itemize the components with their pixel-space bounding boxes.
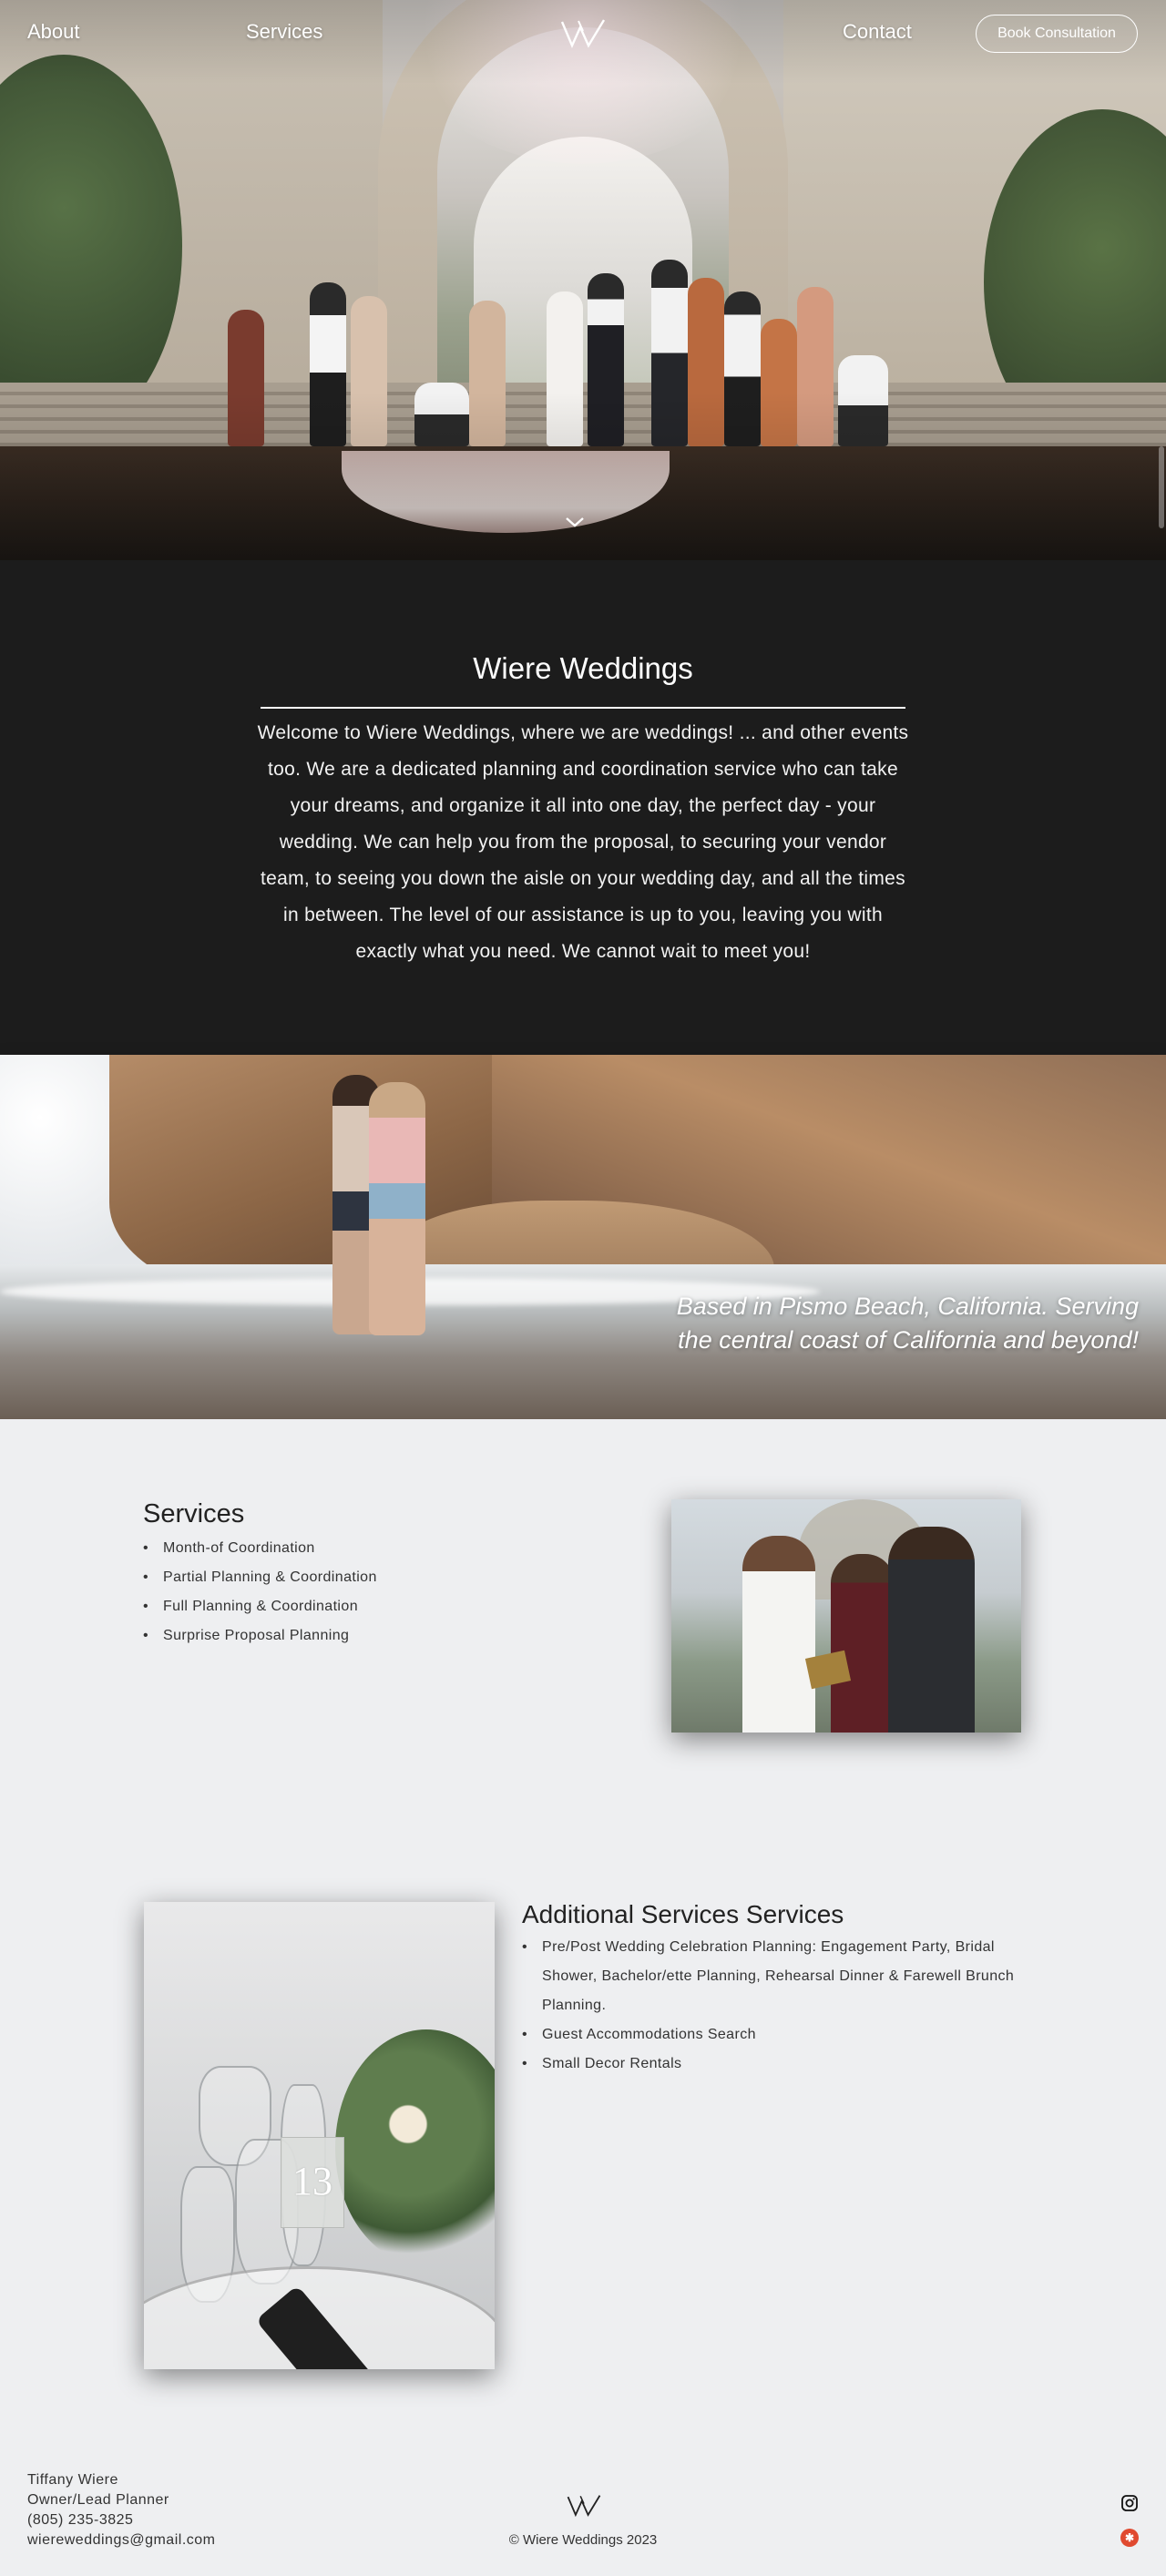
services-title: Services (143, 1499, 245, 1528)
beach-couple-person (369, 1082, 425, 1335)
hero-overlay (0, 0, 1166, 560)
intro-text: Welcome to Wiere Weddings, where we are … (257, 722, 909, 962)
scrollbar[interactable] (1159, 446, 1164, 528)
instagram-icon[interactable] (1120, 2494, 1139, 2512)
intro-section: Wiere Weddings Welcome to Wiere Weddings… (0, 560, 1166, 1055)
wiere-logo-icon[interactable] (560, 18, 606, 49)
owner-role: Owner/Lead Planner (27, 2492, 169, 2508)
services-list: Month-of Coordination Partial Planning &… (143, 1534, 553, 1651)
intro-title: Wiere Weddings (473, 651, 693, 685)
additional-services-list: Pre/Post Wedding Celebration Planning: E… (522, 1933, 1032, 2079)
copyright-text: © Wiere Weddings 2023 (508, 2532, 658, 2548)
table-number-card: 13 (281, 2137, 344, 2228)
table-number: 13 (292, 2159, 332, 2203)
footer: Tiffany Wiere Owner/Lead Planner (805) 2… (0, 2439, 1166, 2576)
additional-services-title: Additional Services Services (522, 1900, 844, 1928)
nav-link-services[interactable]: Services (246, 20, 322, 44)
wiere-logo-icon[interactable] (567, 2494, 601, 2518)
owner-name: Tiffany Wiere (27, 2472, 118, 2488)
list-item: Surprise Proposal Planning (143, 1621, 553, 1651)
chevron-down-icon[interactable] (565, 516, 585, 528)
list-item: Partial Planning & Coordination (143, 1563, 553, 1592)
services-section: Services Month-of Coordination Partial P… (0, 1419, 1166, 2439)
list-item: Guest Accommodations Search (522, 2020, 1032, 2050)
list-item: Small Decor Rentals (522, 2050, 1032, 2079)
ceremony-photo (671, 1499, 1021, 1733)
list-item: Pre/Post Wedding Celebration Planning: E… (522, 1933, 1032, 2020)
yelp-icon[interactable]: ✱ (1120, 2529, 1139, 2547)
location-caption: Based in Pismo Beach, California. Servin… (676, 1293, 1139, 1354)
intro-divider (261, 707, 905, 709)
nav-link-contact[interactable]: Contact (843, 20, 912, 44)
hero-section: About Services Contact Book Consultation (0, 0, 1166, 560)
list-item: Month-of Coordination (143, 1534, 553, 1563)
table-setting-photo: 13 (144, 1902, 495, 2369)
beach-banner: Based in Pismo Beach, California. Servin… (0, 1055, 1166, 1419)
phone-number[interactable]: (805) 235-3825 (27, 2510, 215, 2530)
nav-link-about[interactable]: About (27, 20, 80, 44)
book-consultation-button[interactable]: Book Consultation (976, 15, 1138, 53)
list-item: Full Planning & Coordination (143, 1592, 553, 1621)
